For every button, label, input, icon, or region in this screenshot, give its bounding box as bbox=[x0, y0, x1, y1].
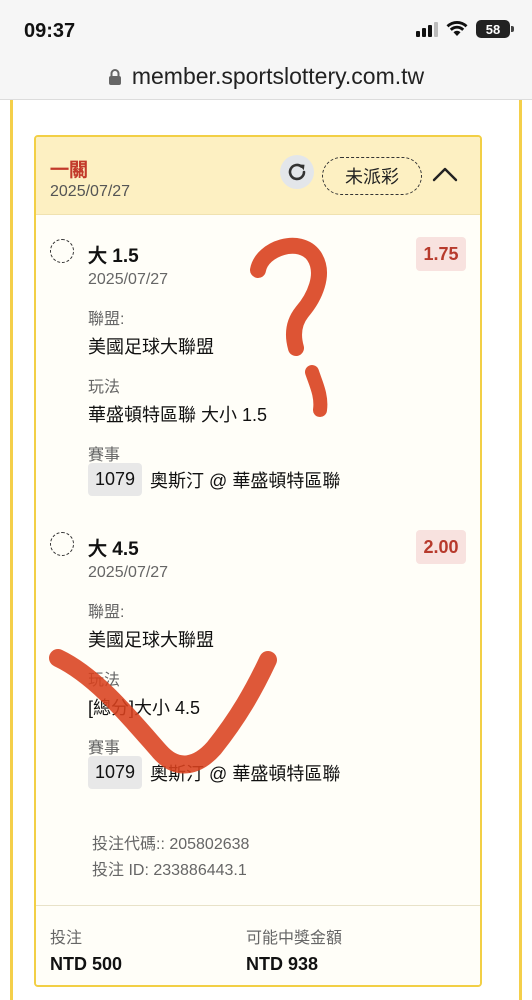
event-label: 賽事 bbox=[88, 447, 121, 464]
address-bar[interactable]: member.sportslottery.com.tw bbox=[0, 54, 532, 100]
bet-selection: 大 1.5 bbox=[88, 246, 139, 267]
refresh-button[interactable] bbox=[280, 155, 314, 189]
league-label: 聯盟: bbox=[88, 311, 125, 328]
event-row: 1079 奧斯汀 @ 華盛頓特區聯 bbox=[88, 756, 340, 789]
status-icons: 58 bbox=[416, 20, 514, 38]
settlement-status-badge: 未派彩 bbox=[322, 157, 422, 195]
chevron-up-icon bbox=[432, 167, 458, 182]
leg-status-indicator bbox=[50, 532, 74, 556]
bet-date: 2025/07/27 bbox=[88, 271, 169, 288]
lock-icon bbox=[108, 68, 121, 85]
bet-date: 2025/07/27 bbox=[88, 564, 169, 581]
league-label: 聯盟: bbox=[88, 604, 125, 621]
event-row: 1079 奧斯汀 @ 華盛頓特區聯 bbox=[88, 463, 340, 496]
bet-id: 投注 ID: 233886443.1 bbox=[92, 862, 247, 879]
parlay-type-title: 一關 bbox=[50, 160, 89, 181]
market-value: 華盛頓特區聯 大小 1.5 bbox=[88, 405, 268, 425]
event-code: 1079 bbox=[88, 463, 143, 496]
league-value: 美國足球大聯盟 bbox=[88, 337, 214, 357]
status-bar: 09:37 58 bbox=[0, 0, 532, 54]
market-label: 玩法 bbox=[88, 672, 121, 689]
payout-value: NTD 938 bbox=[246, 954, 319, 974]
ticket-date: 2025/07/27 bbox=[50, 183, 131, 200]
market-label: 玩法 bbox=[88, 379, 121, 396]
ticket-header: 一關 2025/07/27 未派彩 bbox=[36, 137, 480, 215]
odds-badge: 2.00 bbox=[416, 530, 466, 564]
market-value: [總分]大小 4.5 bbox=[88, 698, 201, 718]
collapse-button[interactable] bbox=[430, 159, 460, 189]
wifi-icon bbox=[446, 21, 468, 36]
signal-icon bbox=[416, 21, 438, 37]
event-code: 1079 bbox=[88, 756, 143, 789]
stake-label: 投注 bbox=[50, 930, 83, 947]
page-frame-right bbox=[519, 100, 522, 1000]
status-time: 09:37 bbox=[24, 20, 76, 42]
bet-selection: 大 4.5 bbox=[88, 539, 139, 560]
refresh-icon bbox=[288, 163, 306, 181]
stake-value: NTD 500 bbox=[50, 954, 123, 974]
url-text[interactable]: member.sportslottery.com.tw bbox=[132, 63, 424, 90]
leg-status-indicator bbox=[50, 239, 74, 263]
page-frame-left bbox=[10, 100, 13, 1000]
league-value: 美國足球大聯盟 bbox=[88, 630, 214, 650]
event-name: 奧斯汀 @ 華盛頓特區聯 bbox=[150, 763, 341, 784]
event-name: 奧斯汀 @ 華盛頓特區聯 bbox=[150, 470, 341, 491]
event-label: 賽事 bbox=[88, 740, 121, 757]
ticket-footer: 投注 NTD 500 可能中獎金額 NTD 938 bbox=[36, 905, 480, 985]
odds-badge: 1.75 bbox=[416, 237, 466, 271]
battery-icon: 58 bbox=[476, 20, 514, 38]
bet-ticket-card: 一關 2025/07/27 未派彩 大 1.5 1.75 2025/07/27 … bbox=[34, 135, 482, 987]
payout-label: 可能中獎金額 bbox=[246, 930, 343, 947]
bet-code: 投注代碼:: 205802638 bbox=[92, 836, 250, 853]
